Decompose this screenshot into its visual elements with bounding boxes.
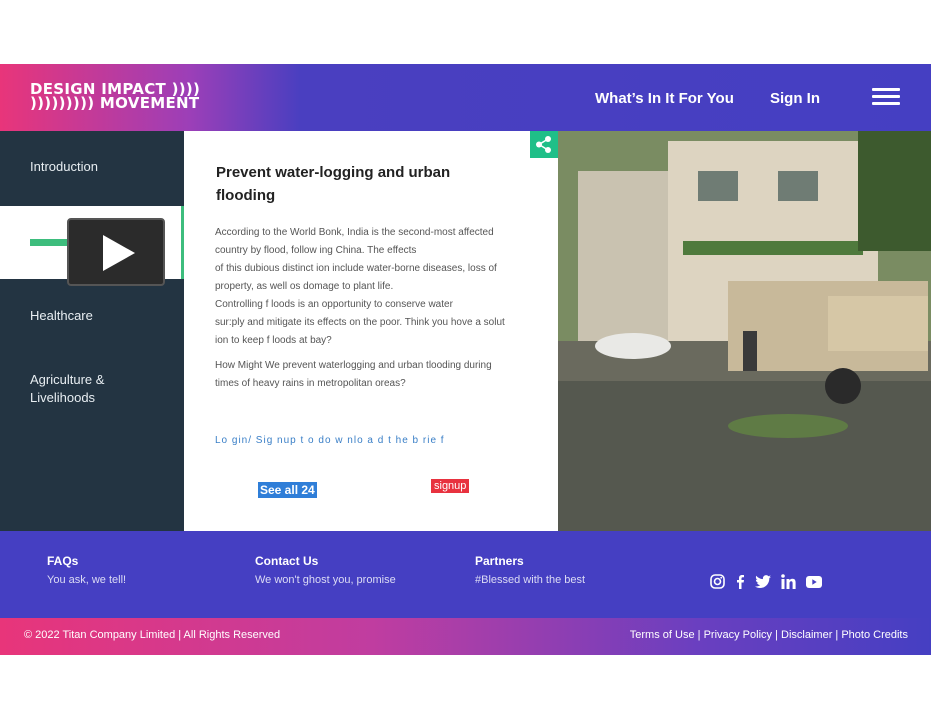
facebook-icon[interactable] (735, 574, 745, 589)
footer-faqs-title: FAQs (47, 554, 79, 568)
twitter-icon[interactable] (755, 574, 771, 589)
description-line: Controlling f loods is an opportunity to… (215, 299, 453, 310)
sidebar-item-introduction[interactable]: Introduction (30, 158, 98, 176)
how-might-we-question: How Might We prevent waterlogging and ur… (215, 357, 535, 393)
footer-partners-sub: #Blessed with the best (475, 574, 586, 586)
footer-contact[interactable]: Contact Us We won't ghost you, promise (255, 554, 396, 586)
share-icon (536, 136, 551, 153)
site-footer: FAQs You ask, we tell! Contact Us We won… (0, 531, 931, 618)
bottom-bar: © 2022 Titan Company Limited | All Right… (0, 618, 931, 655)
description-line: sur:ply and mitigate its effects on the … (215, 317, 505, 328)
photo-credits-link[interactable]: Photo Credits (841, 629, 908, 641)
play-icon (103, 235, 135, 271)
separator: | (694, 629, 704, 641)
copyright-text: © 2022 Titan Company Limited | All Right… (24, 629, 281, 641)
see-all-button[interactable]: See all 24 (258, 482, 317, 498)
separator: | (772, 629, 782, 641)
sidebar-item-healthcare[interactable]: Healthcare (30, 307, 93, 325)
challenge-description: According to the World Bonk, India is th… (215, 224, 535, 350)
sidebar-item-label: Livelihoods (30, 390, 96, 405)
video-play-button[interactable] (67, 218, 165, 286)
footer-faqs-sub: You ask, we tell! (47, 574, 127, 586)
photo-illustration (558, 131, 931, 531)
flooded-street-photo (558, 131, 931, 531)
description-line: of this dubious distinct ion include wat… (215, 263, 497, 274)
terms-link[interactable]: Terms of Use (630, 629, 695, 641)
social-links (710, 574, 822, 589)
footer-faqs[interactable]: FAQs You ask, we tell! (47, 554, 126, 586)
footer-contact-sub: We won't ghost you, promise (255, 574, 396, 586)
separator: | (832, 629, 842, 641)
share-button[interactable] (530, 131, 558, 158)
nav-whats-in-it-for-you[interactable]: What’s In It For You (595, 90, 734, 107)
challenge-content: Prevent water-logging and urban flooding… (184, 131, 558, 531)
title-line: Prevent water-logging and urban (216, 164, 451, 181)
title-line: flooding (216, 187, 276, 204)
site-header: DESIGN IMPACT )))) ))))))))) MOVEMENT Wh… (0, 64, 931, 131)
youtube-icon[interactable] (806, 575, 822, 588)
description-line: ion to keep f loods at bay? (215, 335, 332, 346)
sidebar: Introduction Healthcare Agriculture & Li… (0, 131, 184, 531)
hamburger-menu-icon[interactable] (872, 88, 900, 106)
privacy-link[interactable]: Privacy Policy (704, 629, 772, 641)
logo-line-2: ))))))))) MOVEMENT (30, 94, 200, 112)
signup-button[interactable]: signup (431, 479, 470, 493)
question-line: times of heavy rains in metropolitan ore… (215, 378, 406, 389)
sidebar-item-label: Agriculture & (30, 372, 105, 387)
footer-partners[interactable]: Partners #Blessed with the best (475, 554, 585, 586)
sidebar-item-agriculture[interactable]: Agriculture & Livelihoods (30, 371, 104, 407)
instagram-icon[interactable] (710, 574, 725, 589)
description-line: According to the World Bonk, India is th… (215, 227, 494, 238)
nav-sign-in[interactable]: Sign In (770, 90, 820, 107)
footer-partners-title: Partners (475, 554, 524, 568)
site-logo[interactable]: DESIGN IMPACT )))) ))))))))) MOVEMENT (30, 82, 200, 112)
description-line: property, as well os domage to plant lif… (215, 281, 394, 292)
description-line: country by flood, follow ing China. The … (215, 245, 417, 256)
footer-contact-title: Contact Us (255, 554, 319, 568)
challenge-title: Prevent water-logging and urban flooding (216, 161, 516, 207)
linkedin-icon[interactable] (781, 574, 796, 589)
question-line: How Might We prevent waterlogging and ur… (215, 360, 492, 371)
login-signup-link[interactable]: Lo gin/ Sig nup t o do w nlo a d t he b … (215, 435, 445, 446)
legal-links: Terms of Use | Privacy Policy | Disclaim… (630, 629, 908, 641)
disclaimer-link[interactable]: Disclaimer (781, 629, 832, 641)
